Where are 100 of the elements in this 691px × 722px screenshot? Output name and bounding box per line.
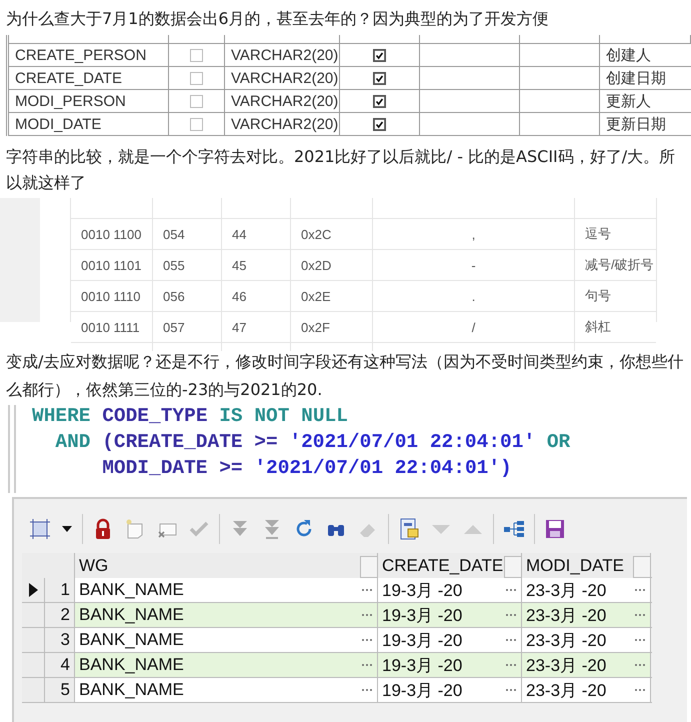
sql-token: '2021/07/01 22:04:01': [289, 430, 536, 455]
sql-token: CODE_TYPE: [102, 405, 208, 429]
grid-cell-text: 19-3月 -20: [382, 604, 462, 626]
checkbox[interactable]: [373, 94, 386, 108]
char-cell: ,: [373, 219, 575, 249]
grid-cell-text: 23-3月 -20: [526, 604, 606, 626]
grid-cell: BANK_NAME: [79, 580, 184, 600]
octal-cell: 057: [153, 312, 222, 342]
octal-cell: 055: [153, 250, 222, 280]
grid-cell-text: 19-3月 -20: [382, 580, 462, 602]
grid-cell-text: 19-3月 -20: [382, 680, 462, 702]
checkbox[interactable]: [190, 48, 203, 62]
ellipsis-icon[interactable]: [361, 588, 373, 592]
char-cell: /: [373, 312, 575, 342]
column-type: VARCHAR2(20): [225, 67, 340, 89]
checkbox[interactable]: [190, 118, 203, 130]
row-indicator-icon: [29, 583, 38, 597]
save-icon[interactable]: [543, 517, 567, 541]
checkbox[interactable]: [373, 72, 386, 84]
sql-token: '2021/07/01 22:04:01'): [254, 456, 512, 481]
checkbox[interactable]: [190, 94, 203, 108]
grid-cell: BANK_NAME: [79, 630, 184, 650]
row-header[interactable]: 5: [22, 678, 75, 702]
octal-cell: 054: [153, 219, 222, 249]
grid-cell-text: 23-3月 -20: [526, 580, 606, 602]
row-header[interactable]: 3: [22, 628, 75, 652]
decimal-cell: 47: [222, 312, 291, 342]
grid-cell: BANK_NAME: [79, 680, 184, 700]
sql-token: AND: [55, 430, 90, 455]
hex-cell: 0x2E: [291, 281, 373, 311]
ellipsis-icon[interactable]: [361, 638, 373, 642]
description-cell-text: 句号: [584, 287, 612, 305]
char-cell: -: [373, 250, 575, 280]
comparison-text: 字符串的比较，就是一个个字符去对比。2021比好了以后就比/ - 比的是ASCII码，好了/大。所以就这样了: [5, 146, 676, 194]
row-header[interactable]: 4: [22, 653, 75, 677]
column-name: CREATE_PERSON: [9, 44, 169, 66]
checkbox[interactable]: [373, 48, 386, 62]
column-comment: 创建人: [605, 46, 652, 66]
column-comment: 创建日期: [605, 68, 667, 88]
binary-cell: 0010 1101: [71, 250, 153, 280]
decimal-cell: 46: [222, 281, 291, 311]
column-type: VARCHAR2(20): [225, 90, 340, 112]
column-type: VARCHAR2(20): [225, 113, 340, 135]
hex-cell: 0x2F: [291, 312, 373, 342]
checkbox[interactable]: [190, 72, 203, 84]
column-name: CREATE_DATE: [9, 67, 169, 89]
ellipsis-icon[interactable]: [634, 613, 646, 617]
ellipsis-icon[interactable]: [634, 688, 646, 692]
binary-cell: 0010 1110: [71, 281, 153, 311]
decimal-cell: 44: [222, 219, 291, 249]
hex-cell: 0x2D: [291, 250, 373, 280]
description-cell-text: 斜杠: [584, 318, 612, 336]
grid-options-icon[interactable]: [28, 517, 52, 541]
binary-cell: 0010 1111: [71, 312, 153, 342]
sql-token: WHERE: [32, 405, 91, 429]
binary-cell: 0010 1100: [71, 219, 153, 249]
row-number: 1: [60, 580, 71, 600]
grid-cell-text: 19-3月 -20: [382, 630, 462, 652]
char-cell: .: [373, 281, 575, 311]
ellipsis-icon[interactable]: [634, 663, 646, 667]
sql-token: IS NOT NULL: [219, 405, 348, 429]
row-header[interactable]: 1: [22, 578, 75, 602]
column-comment: 更新人: [605, 92, 652, 112]
grid-cell: BANK_NAME: [79, 605, 184, 625]
row-number: 3: [60, 630, 71, 650]
description-cell-text: 逗号: [584, 225, 612, 243]
hex-cell: 0x2C: [291, 219, 373, 249]
ellipsis-icon[interactable]: [505, 638, 517, 642]
checkbox[interactable]: [373, 118, 386, 130]
column-name: MODI_PERSON: [9, 90, 169, 112]
row-number: 4: [60, 655, 71, 675]
column-comment: 更新日期: [605, 114, 667, 134]
grid-cell-text: 19-3月 -20: [382, 654, 462, 676]
ellipsis-icon[interactable]: [361, 613, 373, 617]
ellipsis-icon[interactable]: [361, 663, 373, 667]
column-type: VARCHAR2(20): [225, 44, 340, 66]
sql-token: OR: [546, 430, 570, 455]
column-name: MODI_DATE: [9, 113, 169, 135]
sql-token: (CREATE_DATE >=: [102, 430, 278, 455]
octal-cell: 056: [153, 281, 222, 311]
ellipsis-icon[interactable]: [634, 638, 646, 642]
ellipsis-icon[interactable]: [505, 688, 517, 692]
grid-cell-text: 23-3月 -20: [526, 654, 606, 676]
ellipsis-icon[interactable]: [505, 613, 517, 617]
ellipsis-icon[interactable]: [505, 588, 517, 592]
row-header[interactable]: 2: [22, 603, 75, 627]
column-header[interactable]: WG: [79, 556, 108, 576]
row-number: 5: [60, 680, 71, 700]
sql-token: MODI_DATE >=: [102, 456, 243, 481]
decimal-cell: 45: [222, 250, 291, 280]
ellipsis-icon[interactable]: [505, 663, 517, 667]
grid-cell: BANK_NAME: [79, 655, 184, 675]
ellipsis-icon[interactable]: [361, 688, 373, 692]
grid-cell-text: 23-3月 -20: [526, 630, 606, 652]
intro-text: 为什么查大于7月1的数据会出6月的，甚至去年的？因为典型的为了开发方便: [5, 8, 550, 30]
row-number: 2: [60, 605, 71, 625]
description-cell-text: 减号/破折号: [584, 256, 655, 274]
ellipsis-icon[interactable]: [634, 588, 646, 592]
grid-cell-text: 23-3月 -20: [526, 680, 606, 702]
conclusion-text: 变成/去应对数据呢？还是不行，修改时间字段还有这种写法（因为不受时间类型约束，你想些什么都行），依然第三位的-23的与2021的20.: [5, 351, 684, 401]
